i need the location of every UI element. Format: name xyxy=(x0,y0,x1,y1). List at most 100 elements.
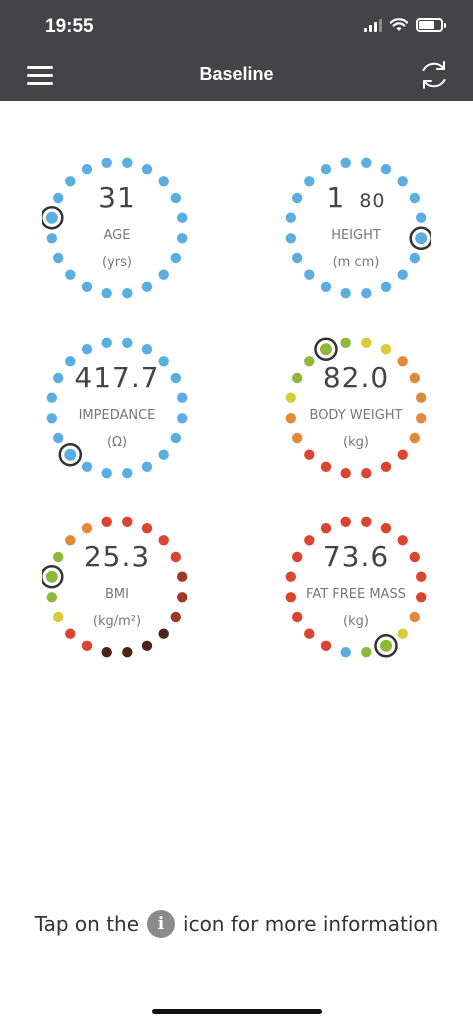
dial-dot xyxy=(122,647,133,658)
dial-dot xyxy=(122,468,133,479)
dial-dot xyxy=(304,269,315,280)
dial-dot xyxy=(380,344,392,355)
dial-dot xyxy=(304,628,315,639)
dial-dot xyxy=(340,516,351,527)
dial-dot xyxy=(122,288,133,299)
dial-dot xyxy=(122,337,133,348)
dial-dot xyxy=(177,212,188,223)
dial-marker-dot xyxy=(380,639,392,652)
body-weight-dial[interactable]: 82.0 BODY WEIGHT (kg) xyxy=(281,333,431,483)
dial-dot xyxy=(101,468,112,479)
dial-dot xyxy=(158,269,169,280)
dial-dot xyxy=(397,269,408,280)
dial-dot xyxy=(81,344,93,355)
dial-dot xyxy=(158,449,169,460)
height-meters: 1 xyxy=(326,181,346,214)
dial-dot xyxy=(397,449,408,460)
info-hint-suffix: icon for more information xyxy=(183,912,439,936)
dial-dot xyxy=(177,392,188,403)
impedance-value: 417.7 xyxy=(74,361,160,394)
height-dial[interactable]: 1 80 HEIGHT (m cm) xyxy=(281,153,431,303)
dial-marker-dot xyxy=(64,448,77,461)
status-icons xyxy=(364,18,446,32)
impedance-label: IMPEDANCE xyxy=(78,408,156,423)
dial-dot xyxy=(361,516,372,527)
battery-icon xyxy=(416,18,446,32)
page-title: Baseline xyxy=(199,64,274,84)
dial-dot xyxy=(361,337,372,348)
age-label: AGE xyxy=(103,228,131,243)
age-value: 31 xyxy=(98,181,136,214)
dial-dot xyxy=(141,281,153,292)
dial-marker-dot xyxy=(320,343,332,356)
dial-dot xyxy=(320,640,332,651)
info-icon[interactable]: i xyxy=(147,910,176,938)
bmi-dial[interactable]: 25.3 BMI (kg/m²) xyxy=(42,512,192,662)
dial-dot xyxy=(320,461,332,472)
dial-dot xyxy=(65,628,76,639)
info-hint-prefix: Tap on the xyxy=(34,912,140,936)
dial-dot xyxy=(46,392,57,403)
dial-dot xyxy=(320,164,332,175)
dial-dot xyxy=(177,571,188,582)
dial-dot xyxy=(122,157,133,168)
dial-dot xyxy=(304,449,315,460)
dial-dot xyxy=(101,647,112,658)
dial-dot xyxy=(141,344,153,355)
impedance-dial[interactable]: 417.7 IMPEDANCE (Ω) xyxy=(42,333,192,483)
app-header: 19:55 Baseline xyxy=(0,0,473,101)
impedance-unit: (Ω) xyxy=(106,435,128,450)
fat-free-mass-dial[interactable]: 73.6 FAT FREE MASS (kg) xyxy=(281,512,431,662)
dial-dot xyxy=(361,288,372,299)
wifi-icon xyxy=(390,18,408,31)
dial-dot xyxy=(81,461,93,472)
status-time: 19:55 xyxy=(45,16,94,37)
dial-dot xyxy=(340,288,351,299)
dial-dot xyxy=(101,337,112,348)
dial-dot xyxy=(397,628,408,639)
dial-dot xyxy=(380,523,392,534)
height-centimeters: 80 xyxy=(359,190,386,212)
dial-dot xyxy=(380,461,392,472)
signal-icon xyxy=(364,18,382,32)
body-weight-value: 82.0 xyxy=(322,361,390,394)
height-unit: (m cm) xyxy=(332,255,380,270)
dial-dot xyxy=(340,468,351,479)
dial-dot xyxy=(81,281,93,292)
dial-dot xyxy=(416,392,427,403)
dial-dot xyxy=(141,640,153,651)
body-weight-label: BODY WEIGHT xyxy=(309,408,403,423)
dial-dot xyxy=(416,212,427,223)
dial-dot xyxy=(285,212,296,223)
dial-dot xyxy=(361,157,372,168)
bmi-label: BMI xyxy=(105,587,129,602)
dial-dot xyxy=(141,461,153,472)
dial-dot xyxy=(361,468,372,479)
dial-dot xyxy=(320,523,332,534)
dial-dot xyxy=(340,337,351,348)
dial-dot xyxy=(101,157,112,168)
home-indicator xyxy=(152,1009,322,1014)
dial-dot xyxy=(361,647,372,658)
dial-dot xyxy=(285,392,296,403)
fat-free-mass-value: 73.6 xyxy=(322,540,390,573)
dial-dot xyxy=(81,164,93,175)
dial-dot xyxy=(101,516,112,527)
dial-dot xyxy=(340,157,351,168)
dial-dot xyxy=(101,288,112,299)
dial-dot xyxy=(141,523,153,534)
dial-dot xyxy=(285,571,296,582)
age-dial[interactable]: 31 AGE (yrs) xyxy=(42,153,192,303)
age-unit: (yrs) xyxy=(102,255,132,270)
dial-dot xyxy=(320,281,332,292)
dial-dot xyxy=(340,647,351,658)
bmi-unit: (kg/m²) xyxy=(92,614,142,629)
dial-dot xyxy=(122,516,133,527)
refresh-icon[interactable] xyxy=(417,58,451,92)
body-weight-unit: (kg) xyxy=(343,435,369,450)
height-value: 1 80 xyxy=(281,181,431,214)
dial-dot xyxy=(81,640,93,651)
bmi-value: 25.3 xyxy=(83,540,151,573)
fat-free-mass-unit: (kg) xyxy=(343,614,369,629)
dial-dot xyxy=(81,523,93,534)
